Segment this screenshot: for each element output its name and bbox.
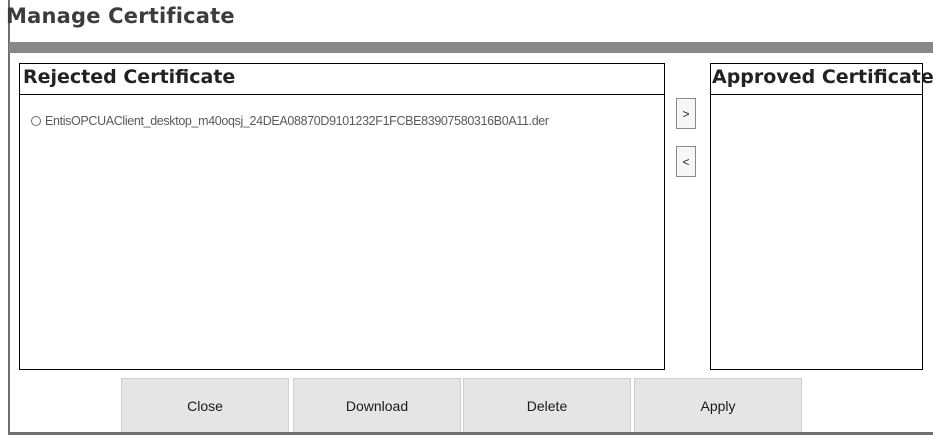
manage-certificate-dialog: Manage Certificate Rejected Certificate … (0, 0, 933, 435)
certificate-radio[interactable] (31, 116, 41, 126)
approve-arrow-button[interactable]: > (676, 98, 696, 129)
rejected-certificate-panel: Rejected Certificate EntisOPCUAClient_de… (19, 63, 665, 370)
close-button[interactable]: Close (121, 378, 289, 432)
download-button[interactable]: Download (293, 378, 461, 432)
rejected-certificate-item[interactable]: EntisOPCUAClient_desktop_m40oqsj_24DEA08… (31, 114, 549, 128)
title-divider (9, 42, 933, 53)
certificate-label[interactable]: EntisOPCUAClient_desktop_m40oqsj_24DEA08… (45, 114, 549, 128)
delete-button[interactable]: Delete (463, 378, 631, 432)
dialog-left-border (8, 0, 10, 435)
rejected-panel-header: Rejected Certificate (20, 64, 664, 95)
apply-button[interactable]: Apply (634, 378, 802, 432)
reject-arrow-button[interactable]: < (676, 146, 696, 177)
rejected-panel-title: Rejected Certificate (23, 66, 236, 88)
approved-certificate-panel: Approved Certificate (710, 63, 933, 370)
approved-panel-title: Approved Certificate (712, 66, 933, 88)
approved-panel-header: Approved Certificate (711, 64, 933, 95)
dialog-title: Manage Certificate (6, 4, 235, 28)
